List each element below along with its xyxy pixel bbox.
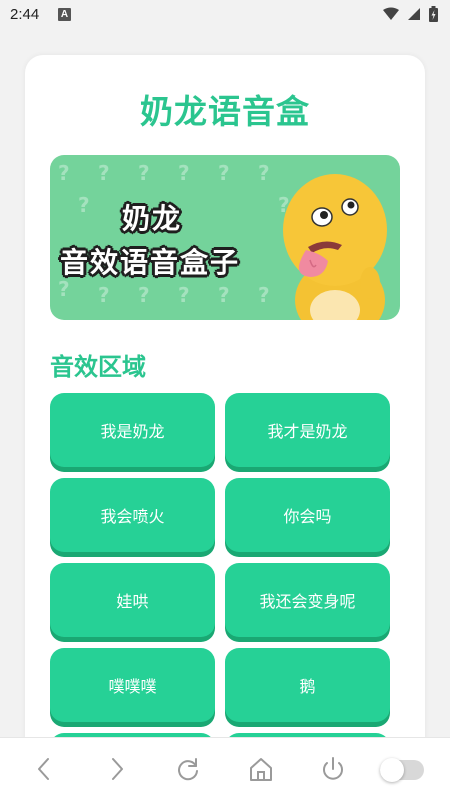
nailong-mascot-icon bbox=[283, 174, 387, 320]
sound-button[interactable]: 我才是奶龙 bbox=[225, 393, 390, 467]
question-mark-pattern: ? bbox=[258, 283, 270, 307]
question-mark-pattern: ? bbox=[138, 283, 150, 307]
toggle-knob bbox=[380, 758, 404, 782]
question-mark-pattern: ? bbox=[78, 193, 90, 217]
wifi-icon bbox=[383, 7, 399, 20]
home-icon[interactable] bbox=[246, 754, 276, 784]
main-card: 奶龙语音盒 ? ? ? ? ? ? ? ? ? ? ? ? ? ? 奶龙 音效语… bbox=[25, 55, 425, 800]
question-mark-pattern: ? bbox=[98, 161, 110, 185]
sound-button[interactable]: 娃哄 bbox=[50, 563, 215, 637]
section-title: 音效区域 bbox=[50, 353, 146, 381]
banner-title-line2: 音效语音盒子 bbox=[60, 246, 241, 279]
question-mark-pattern: ? bbox=[138, 161, 150, 185]
status-bar: 2:44 A bbox=[0, 0, 450, 30]
sound-button[interactable]: 噗噗噗 bbox=[50, 648, 215, 722]
sound-button[interactable]: 我还会变身呢 bbox=[225, 563, 390, 637]
question-mark-pattern: ? bbox=[178, 161, 190, 185]
question-mark-pattern: ? bbox=[178, 283, 190, 307]
notification-icon: A bbox=[58, 8, 71, 21]
question-mark-pattern: ? bbox=[258, 161, 270, 185]
cellular-icon bbox=[408, 8, 420, 20]
battery-icon bbox=[429, 6, 438, 22]
back-icon[interactable] bbox=[30, 754, 60, 784]
sound-button[interactable]: 鹅 bbox=[225, 648, 390, 722]
browser-nav-bar bbox=[0, 737, 450, 800]
forward-icon[interactable] bbox=[101, 754, 131, 784]
sound-button[interactable]: 我是奶龙 bbox=[50, 393, 215, 467]
banner-title-line1: 奶龙 bbox=[122, 202, 183, 235]
banner-image: ? ? ? ? ? ? ? ? ? ? ? ? ? ? 奶龙 音效语音盒子 bbox=[50, 155, 400, 320]
status-time: 2:44 bbox=[10, 6, 40, 23]
power-icon[interactable] bbox=[318, 754, 348, 784]
app-screen: 2:44 A 奶龙语音盒 ? ? ? ? ? ? ? ? ? ? ? ? ? ?… bbox=[0, 0, 450, 800]
question-mark-pattern: ? bbox=[98, 283, 110, 307]
refresh-icon[interactable] bbox=[173, 754, 203, 784]
toggle-switch[interactable] bbox=[380, 758, 424, 782]
sound-button[interactable]: 我会喷火 bbox=[50, 478, 215, 552]
status-icons bbox=[383, 6, 438, 22]
page-title: 奶龙语音盒 bbox=[140, 92, 310, 131]
question-mark-pattern: ? bbox=[218, 283, 230, 307]
question-mark-pattern: ? bbox=[218, 161, 230, 185]
question-mark-pattern: ? bbox=[58, 161, 70, 185]
sound-button[interactable]: 你会吗 bbox=[225, 478, 390, 552]
